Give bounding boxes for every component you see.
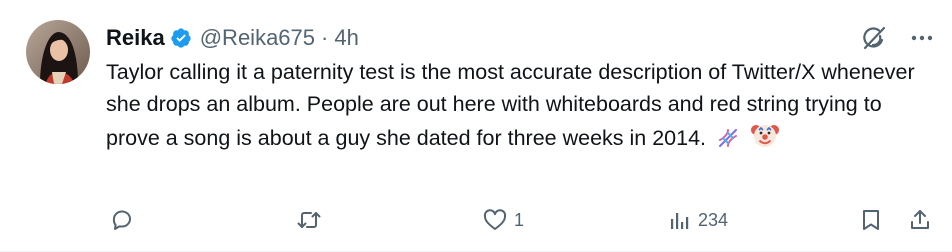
views-chart-icon — [668, 208, 692, 232]
tweet[interactable]: Reika @Reika675 · 4h Taylor calling it a… — [0, 0, 952, 252]
tweet-header: Reika @Reika675 · 4h — [106, 22, 359, 54]
tweet-top-icons — [860, 24, 934, 52]
verified-badge-icon[interactable] — [170, 27, 192, 49]
share-button[interactable] — [908, 208, 932, 232]
clown-face-emoji — [750, 120, 780, 160]
heart-icon — [482, 208, 508, 232]
views-button[interactable]: 234 — [668, 208, 728, 232]
share-icon — [908, 208, 932, 232]
action-bar: 1 234 — [106, 204, 934, 236]
display-name[interactable]: Reika — [106, 25, 165, 51]
timestamp[interactable]: 4h — [334, 25, 358, 51]
separator-dot: · — [321, 25, 329, 50]
tweet-text-content: Taylor calling it a paternity test is th… — [106, 60, 915, 150]
reply-button[interactable] — [110, 208, 140, 232]
retweet-button[interactable] — [296, 208, 328, 232]
dna-emoji — [716, 126, 740, 160]
bookmark-button[interactable] — [860, 208, 882, 232]
grok-icon[interactable] — [860, 24, 888, 52]
views-count: 234 — [698, 209, 729, 230]
reply-icon — [110, 208, 134, 232]
retweet-icon — [296, 208, 322, 232]
more-icon[interactable] — [910, 34, 934, 42]
tweet-text: Taylor calling it a paternity test is th… — [106, 57, 926, 160]
like-button[interactable]: 1 — [482, 208, 524, 232]
like-count: 1 — [514, 209, 525, 230]
avatar[interactable] — [26, 20, 90, 84]
handle[interactable]: @Reika675 — [200, 25, 315, 51]
bookmark-icon — [860, 208, 882, 232]
